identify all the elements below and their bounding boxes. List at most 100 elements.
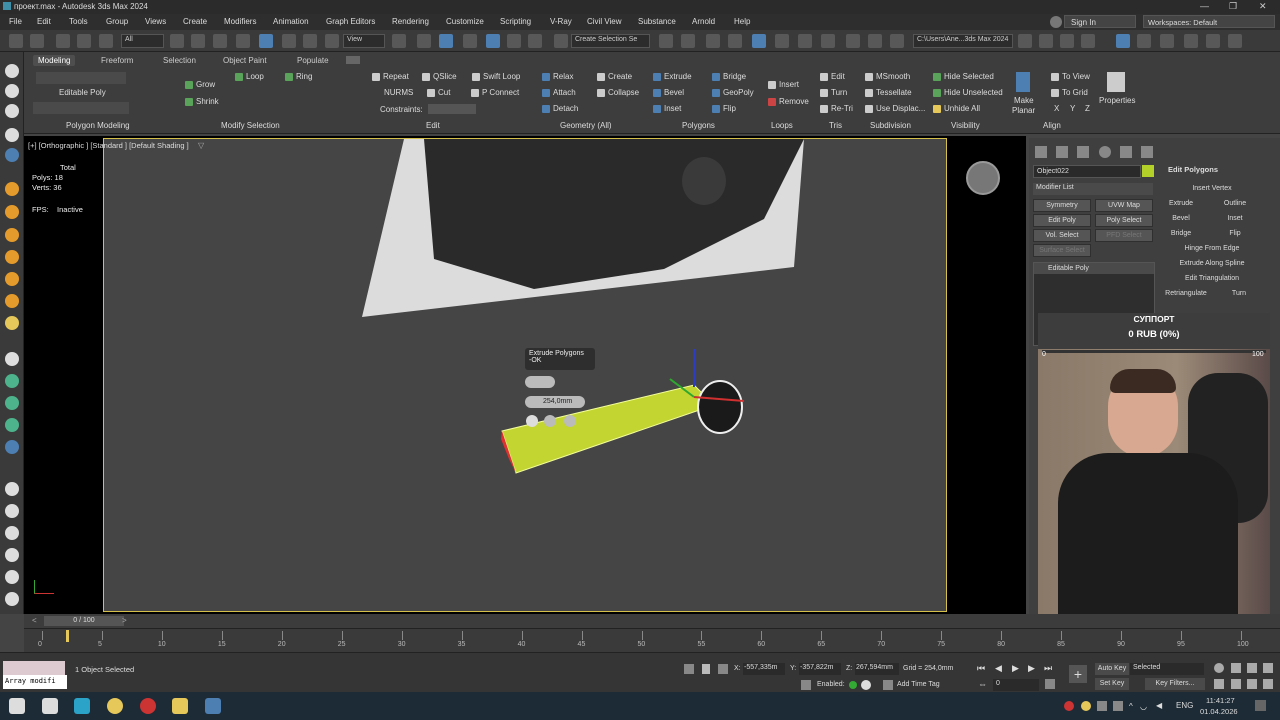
filter-icon[interactable]: ▽ (198, 141, 204, 150)
menu-rendering[interactable]: Rendering (392, 17, 429, 26)
render-cloud-icon[interactable] (1137, 34, 1151, 48)
time-next-icon[interactable]: > (122, 616, 127, 625)
tab-selection[interactable]: Selection (158, 55, 201, 66)
tab-freeform[interactable]: Freeform (96, 55, 138, 66)
caddy-apply-icon[interactable] (544, 415, 556, 427)
flip-panel-button[interactable]: Flip (1212, 227, 1258, 240)
remove-button[interactable]: Remove (768, 97, 809, 106)
zoom-extents-all-icon[interactable] (1263, 663, 1273, 673)
select-manipulate-icon[interactable] (417, 34, 431, 48)
edit-tri-button[interactable]: Edit (820, 72, 845, 81)
stack-item-editable-poly[interactable]: Editable Poly (1034, 263, 1154, 274)
volume-icon[interactable]: ◀ (1156, 701, 1162, 710)
caddy-height-field[interactable]: 254,0mm (525, 396, 585, 408)
pconnect-button[interactable]: P Connect (471, 88, 519, 97)
create-button[interactable]: Create (597, 72, 632, 81)
isolate-selection-icon[interactable] (684, 664, 694, 674)
toggle-scene-explorer-icon[interactable] (706, 34, 720, 48)
tessellate-button[interactable]: Tessellate (865, 88, 912, 97)
rotate-view-icon[interactable] (5, 84, 19, 98)
tab-populate[interactable]: Populate (292, 55, 334, 66)
auto-key-button[interactable]: Auto Key (1095, 663, 1129, 675)
tray-icon-1[interactable] (1097, 701, 1107, 711)
edit-named-selection-icon[interactable] (554, 34, 568, 48)
nurms-button[interactable]: NURMS (384, 88, 413, 97)
rendered-frame-window-icon[interactable] (868, 34, 882, 48)
language-indicator[interactable]: ENG (1176, 701, 1193, 710)
menu-help[interactable]: Help (734, 17, 750, 26)
next-frame-icon[interactable]: ▶ (1028, 663, 1035, 674)
obs-icon[interactable] (140, 698, 156, 714)
signin-dropdown[interactable]: Sign In (1064, 15, 1136, 28)
constraints-buttons[interactable] (428, 104, 476, 114)
mirror-icon[interactable] (659, 34, 673, 48)
move-icon[interactable] (259, 34, 273, 48)
hinge-from-edge-button[interactable]: Hinge From Edge (1164, 242, 1260, 255)
create-tab-icon[interactable] (1035, 146, 1047, 158)
close-icon[interactable]: ✕ (1259, 1, 1267, 12)
tab-object-paint[interactable]: Object Paint (218, 55, 272, 66)
loops-group[interactable]: Loops (771, 121, 793, 130)
align-y-button[interactable]: Y (1070, 104, 1075, 113)
extrude-caddy[interactable]: Extrude Polygons -OK (525, 348, 595, 370)
keyboard-shortcut-override-icon[interactable] (439, 34, 453, 48)
caddy-cancel-icon[interactable] (564, 415, 576, 427)
edit-poly-button[interactable]: Edit Poly (1033, 214, 1091, 227)
menu-graph-editors[interactable]: Graph Editors (326, 17, 375, 26)
caddy-ok-icon[interactable] (526, 415, 538, 427)
teapot-icon[interactable] (5, 526, 19, 540)
reference-coordinate-dropdown[interactable]: View (343, 34, 385, 48)
menu-create[interactable]: Create (183, 17, 207, 26)
shrink-button[interactable]: Shrink (185, 97, 219, 106)
bevel-button[interactable]: Bevel (653, 88, 684, 97)
project-icon[interactable] (1039, 34, 1053, 48)
tiles-icon[interactable] (5, 504, 19, 518)
active-viewport[interactable]: Extrude Polygons -OK 254,0mm (103, 138, 1000, 612)
toggle-ribbon-icon[interactable] (752, 34, 766, 48)
selected-dropdown[interactable]: Selected (1130, 663, 1204, 675)
region-select-icon[interactable] (213, 34, 227, 48)
surface-select-button[interactable]: Surface Select (1033, 244, 1091, 257)
poly-select-button[interactable]: Poly Select (1095, 214, 1153, 227)
snaps-toggle-icon[interactable] (463, 34, 477, 48)
inset-panel-button[interactable]: Inset (1212, 212, 1258, 225)
subobject-buttons[interactable] (33, 102, 129, 114)
spacewarps-icon[interactable] (5, 294, 19, 308)
polygons-group[interactable]: Polygons (682, 121, 715, 130)
align-x-button[interactable]: X (1054, 104, 1059, 113)
paint-icon[interactable] (5, 440, 19, 454)
toggle-layer-explorer-icon[interactable] (728, 34, 742, 48)
select-object-icon[interactable] (170, 34, 184, 48)
time-tag-toggle-icon[interactable] (861, 680, 871, 690)
add-time-tag-icon[interactable] (883, 680, 893, 690)
plant-icon[interactable] (5, 418, 19, 432)
viewport-label[interactable]: [+] [Orthographic ] [Standard ] [Default… (28, 141, 189, 150)
display-icon[interactable] (5, 148, 19, 162)
windows-start-icon[interactable] (9, 698, 25, 714)
tab-modeling[interactable]: Modeling (33, 55, 76, 66)
pivot-center-icon[interactable] (392, 34, 406, 48)
inset-button[interactable]: Inset (653, 104, 681, 113)
sphere-icon[interactable] (5, 374, 19, 388)
asset-library-icon[interactable] (1184, 34, 1198, 48)
bridge-button[interactable]: Bridge (712, 72, 746, 81)
notifications-icon[interactable] (1255, 700, 1266, 711)
scale-icon[interactable] (303, 34, 317, 48)
orbit-icon[interactable] (1231, 679, 1241, 689)
goto-start-icon[interactable]: ⏮ (977, 663, 985, 674)
wifi-icon[interactable]: ◡ (1140, 702, 1147, 711)
create-geometry-icon[interactable] (5, 182, 19, 196)
open-folder-icon[interactable] (1018, 34, 1032, 48)
menu-group[interactable]: Group (106, 17, 128, 26)
caddy-type-dropdown[interactable] (525, 376, 555, 388)
edit-triangulation-button[interactable]: Edit Triangulation (1164, 272, 1260, 285)
track-bar[interactable]: 0 5 10 15 20 25 30 35 40 45 50 55 60 65 70 75 80 85 90 95 10… (24, 628, 1280, 652)
menu-toggle-icon[interactable] (1206, 34, 1220, 48)
zoom-extents-icon[interactable] (1247, 663, 1257, 673)
retri-button[interactable]: Re-Tri (820, 104, 853, 113)
menu-customize[interactable]: Customize (446, 17, 484, 26)
relax-button[interactable]: Relax (542, 72, 573, 81)
hide-selected-button[interactable]: Hide Selected (933, 72, 994, 81)
named-selection-set-dropdown[interactable]: Create Selection Se (571, 34, 650, 48)
insert-vertex-button[interactable]: Insert Vertex (1164, 182, 1260, 195)
